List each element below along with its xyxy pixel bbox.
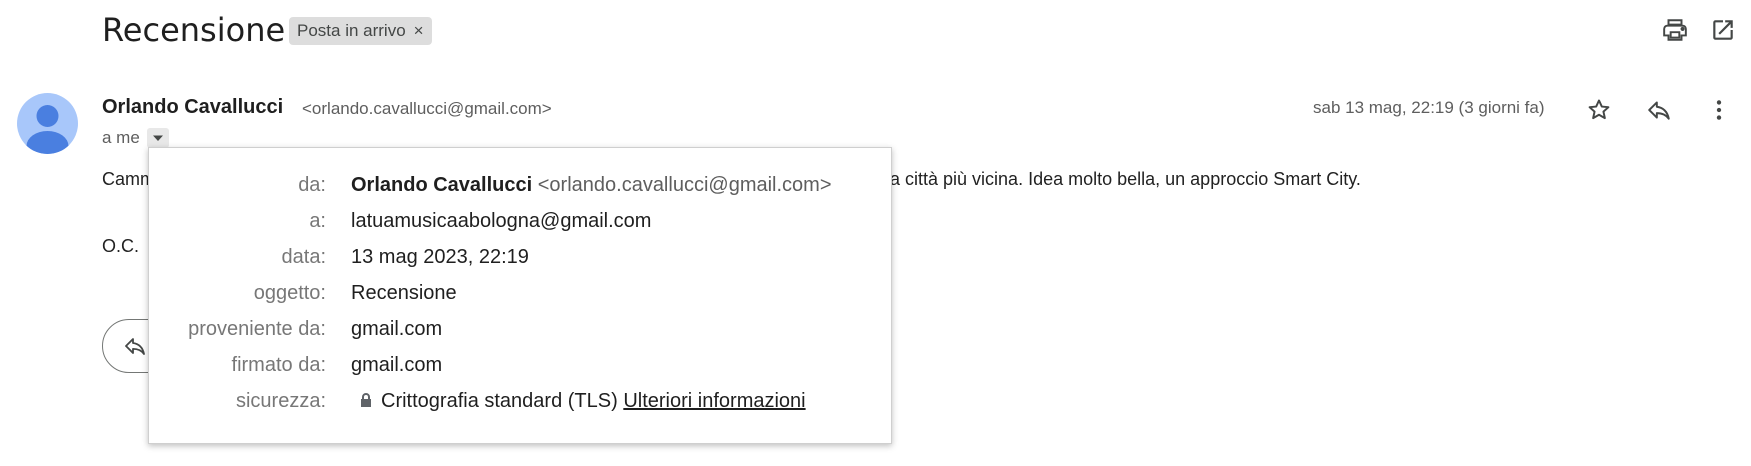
reply-icon[interactable] xyxy=(1642,93,1676,127)
message-details-popup: da: Orlando Cavallucci <orlando.cavalluc… xyxy=(148,147,892,444)
details-label-date: data: xyxy=(281,246,326,268)
details-label-from: da: xyxy=(298,174,326,196)
details-value-date: 13 mag 2023, 22:19 xyxy=(351,246,529,268)
sender-email: <orlando.cavallucci@gmail.com> xyxy=(302,99,552,118)
details-value-security: Crittografia standard (TLS) Ulteriori in… xyxy=(351,390,806,413)
details-from-email: <orlando.cavallucci@gmail.com> xyxy=(537,174,832,196)
show-details-dropdown[interactable] xyxy=(147,128,169,148)
more-info-link[interactable]: Ulteriori informazioni xyxy=(623,390,805,412)
reply-icon xyxy=(125,338,145,355)
star-icon[interactable] xyxy=(1582,93,1616,127)
open-in-new-window-icon[interactable] xyxy=(1707,14,1739,46)
details-label-subject: oggetto: xyxy=(253,282,326,304)
email-subject: Recensione xyxy=(102,11,286,49)
details-label-signed-by: firmato da: xyxy=(231,354,326,376)
chevron-down-icon xyxy=(153,135,163,141)
details-value-mailed-by: gmail.com xyxy=(351,318,443,340)
lock-icon xyxy=(359,391,373,407)
details-label-security: sicurezza: xyxy=(235,390,326,412)
print-icon[interactable] xyxy=(1659,14,1691,46)
message-signature: O.C. xyxy=(102,236,140,256)
more-vert-icon[interactable] xyxy=(1702,93,1736,127)
details-value-to: latuamusicaabologna@gmail.com xyxy=(351,210,652,232)
details-value-subject: Recensione xyxy=(351,282,457,304)
message-body-visible: a città più vicina. Idea molto bella, un… xyxy=(890,169,1361,189)
details-label-mailed-by: proveniente da: xyxy=(188,318,326,340)
details-value-signed-by: gmail.com xyxy=(351,354,443,376)
sender-name: Orlando Cavallucci xyxy=(102,96,284,118)
sender-avatar[interactable] xyxy=(17,93,78,154)
label-chip-inbox[interactable]: Posta in arrivo × xyxy=(289,17,432,45)
details-label-to: a: xyxy=(309,210,326,232)
details-value-from: Orlando Cavallucci <orlando.cavallucci@g… xyxy=(351,174,832,197)
message-date: sab 13 mag, 22:19 (3 giorni fa) xyxy=(1313,98,1545,117)
details-from-name: Orlando Cavallucci xyxy=(351,174,533,196)
remove-label-icon[interactable]: × xyxy=(414,21,424,41)
label-chip-text: Posta in arrivo xyxy=(297,21,406,40)
security-text: Crittografia standard (TLS) xyxy=(381,390,618,412)
recipient-summary: a me xyxy=(102,128,140,147)
